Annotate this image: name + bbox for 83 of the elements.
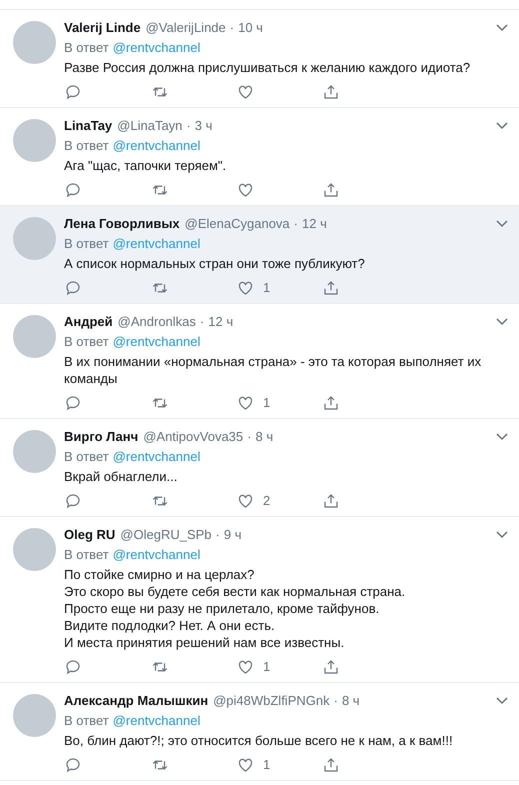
post-time[interactable]: 3 ч: [194, 116, 212, 136]
chevron-down-icon[interactable]: [495, 317, 509, 327]
chevron-down-icon[interactable]: [495, 121, 509, 131]
reply-to-link[interactable]: @rentvchannel: [112, 711, 200, 731]
user-handle[interactable]: @ElenaCyganova: [184, 214, 290, 234]
separator-dot: ·: [216, 526, 220, 544]
separator-dot: ·: [200, 313, 204, 332]
user-name[interactable]: Вирго Ланч: [64, 427, 138, 447]
share-icon[interactable]: [322, 181, 340, 199]
post-time[interactable]: 12 ч: [302, 214, 327, 234]
tweet-text: Вкрай обнаглели...: [64, 468, 178, 485]
like-count: 1: [263, 756, 270, 774]
reply-label: В ответ: [64, 137, 109, 156]
chevron-down-icon[interactable]: [495, 530, 509, 540]
user-handle[interactable]: @pi48WbZlfiPNGnk: [213, 691, 330, 711]
share-icon[interactable]: [322, 279, 340, 297]
reply-to-link[interactable]: @rentvchannel: [112, 234, 200, 254]
user-name[interactable]: Лена Говорливых: [64, 214, 180, 234]
user-name[interactable]: Александр Малышкин: [64, 691, 208, 711]
share-icon[interactable]: [322, 394, 340, 412]
post-time[interactable]: 8 ч: [255, 427, 274, 447]
post-time[interactable]: 10 ч: [238, 18, 263, 38]
reply-to-link[interactable]: @rentvchannel: [112, 38, 200, 58]
tweet-text: По стойке смирно и на церлах? Это скоро вы будете себя вести как нормальная страна. Просто еще ни разу не прилетало, кроме тайфунов. Видите подлодки? Нет. А они есть. И места принятия решений нам все известны.: [64, 566, 406, 651]
separator-dot: ·: [230, 19, 234, 38]
heart-icon[interactable]: [236, 394, 255, 412]
heart-icon[interactable]: [236, 492, 255, 510]
heart-icon[interactable]: [236, 756, 255, 774]
post-time[interactable]: 9 ч: [224, 525, 242, 545]
chevron-down-icon[interactable]: [495, 23, 509, 33]
share-icon[interactable]: [322, 492, 340, 510]
share-icon[interactable]: [322, 658, 340, 676]
reply-label: В ответ: [64, 448, 109, 466]
reply-icon[interactable]: [64, 658, 82, 676]
tweet-text: Ага "щас, тапочки теряем".: [64, 157, 228, 174]
heart-icon[interactable]: [236, 658, 255, 676]
reply-icon[interactable]: [64, 394, 82, 412]
reply-to-link[interactable]: @rentvchannel: [112, 136, 200, 156]
like-count: 1: [263, 394, 270, 412]
user-name[interactable]: Valerij Linde: [64, 18, 141, 38]
reply-icon[interactable]: [64, 756, 82, 774]
reply-to-link[interactable]: @rentvchannel: [112, 545, 200, 565]
reply-label: В ответ: [64, 712, 109, 730]
chevron-down-icon[interactable]: [495, 432, 509, 442]
separator-dot: ·: [186, 117, 191, 136]
reply-label: В ответ: [64, 39, 109, 58]
reply-icon[interactable]: [64, 492, 82, 510]
heart-icon[interactable]: [236, 279, 255, 297]
tweet-card[interactable]: Лена Говорливых @ElenaCyganova · 12 ч В ответ @rentvchannel А список нормальных стран они тоже публикуют? 1: [0, 206, 519, 304]
user-name[interactable]: LinaTay: [64, 116, 112, 136]
user-handle[interactable]: @OlegRU_SPb: [120, 525, 212, 545]
chevron-down-icon[interactable]: [495, 696, 509, 706]
chevron-down-icon[interactable]: [495, 219, 509, 229]
user-handle[interactable]: @ValerijLinde: [146, 18, 226, 38]
tweet-text: А список нормальных стран они тоже публикуют?: [64, 255, 366, 272]
separator-dot: ·: [294, 215, 298, 234]
user-handle[interactable]: @LinaTayn: [117, 116, 182, 136]
reply-to-link[interactable]: @rentvchannel: [112, 447, 200, 467]
tweet-text: Разве Россия должна прислушиваться к желанию каждого идиота?: [64, 59, 472, 76]
post-time[interactable]: 12 ч: [208, 312, 234, 332]
like-count: 2: [263, 492, 270, 510]
reply-icon[interactable]: [64, 279, 82, 297]
reply-label: В ответ: [64, 333, 109, 352]
like-count: 1: [263, 279, 270, 298]
separator-dot: ·: [247, 428, 252, 446]
user-name[interactable]: Андрей: [64, 312, 113, 332]
user-name[interactable]: Oleg RU: [64, 525, 116, 545]
user-handle[interactable]: @AntipovVova35: [143, 427, 244, 447]
like-count: 1: [263, 658, 270, 676]
share-icon[interactable]: [322, 83, 340, 101]
heart-icon[interactable]: [236, 83, 255, 101]
user-handle[interactable]: @Andronlkas: [118, 312, 196, 332]
reply-label: В ответ: [64, 546, 109, 564]
heart-icon[interactable]: [236, 181, 255, 199]
reply-to-link[interactable]: @rentvchannel: [112, 332, 200, 352]
reply-icon[interactable]: [64, 83, 82, 101]
reply-label: В ответ: [64, 235, 109, 254]
tweet-text: Во, блин дают?!; это относится больше всего не к нам, а к вам!!!: [64, 732, 454, 749]
separator-dot: ·: [334, 692, 338, 710]
reply-icon[interactable]: [64, 181, 82, 199]
tweet-text: В их понимании «нормальная страна» - это та которая выполняет их команды: [64, 353, 482, 387]
share-icon[interactable]: [322, 756, 340, 774]
post-time[interactable]: 8 ч: [342, 691, 360, 711]
